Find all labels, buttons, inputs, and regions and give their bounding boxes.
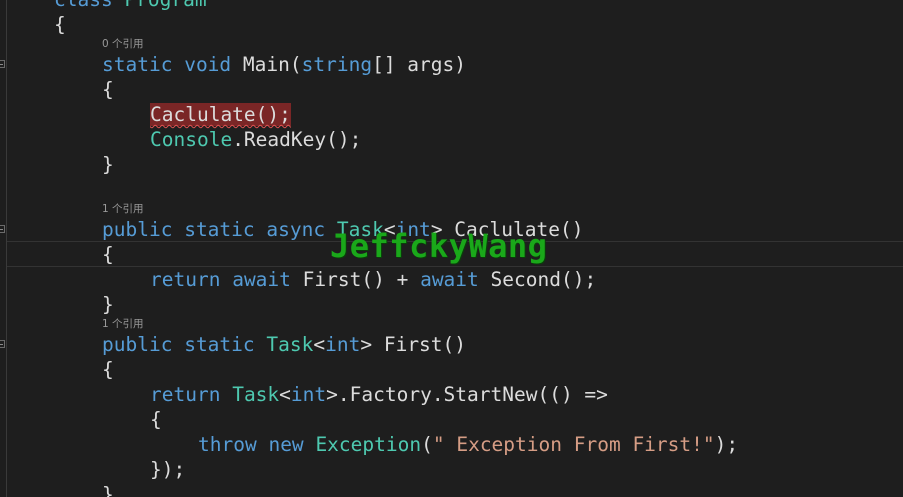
code-line-lambda-close[interactable]: });: [150, 457, 185, 482]
code-line-first-close[interactable]: }: [102, 482, 114, 497]
watermark-text: JeffckyWang: [330, 227, 548, 265]
code-line-calc-open[interactable]: {: [102, 242, 114, 267]
collapse-main-icon[interactable]: [0, 60, 5, 68]
code-line-calc-return[interactable]: return await First() + await Second();: [150, 267, 596, 292]
code-line-readkey[interactable]: Console.ReadKey();: [150, 127, 361, 152]
code-line-caclulate-call[interactable]: Caclulate();: [150, 102, 291, 127]
code-line-class[interactable]: class Program: [54, 0, 207, 12]
code-line-calc-close[interactable]: }: [102, 292, 114, 317]
codelens-first-references[interactable]: 1 个引用: [102, 317, 144, 331]
codelens-main-references[interactable]: 0 个引用: [102, 37, 144, 51]
code-line-throw[interactable]: throw new Exception(" Exception From Fir…: [198, 432, 738, 457]
code-line-main-open[interactable]: {: [102, 77, 114, 102]
code-line-main-close[interactable]: }: [102, 152, 114, 177]
code-line-first-open[interactable]: {: [102, 357, 114, 382]
code-line-main-signature[interactable]: static void Main(string[] args): [102, 52, 466, 77]
codelens-calc-references[interactable]: 1 个引用: [102, 202, 144, 216]
code-line-first-signature[interactable]: public static Task<int> First(): [102, 332, 466, 357]
collapse-calc-icon[interactable]: [0, 225, 5, 233]
code-line-first-return[interactable]: return Task<int>.Factory.StartNew(() =>: [150, 382, 608, 407]
code-editor[interactable]: class Program { 0 个引用 static void Main(s…: [0, 0, 903, 497]
collapse-first-icon[interactable]: [0, 340, 5, 348]
code-line-class-open[interactable]: {: [54, 12, 66, 37]
code-line-lambda-open[interactable]: {: [150, 407, 162, 432]
error-highlight[interactable]: Caclulate();: [150, 103, 291, 126]
